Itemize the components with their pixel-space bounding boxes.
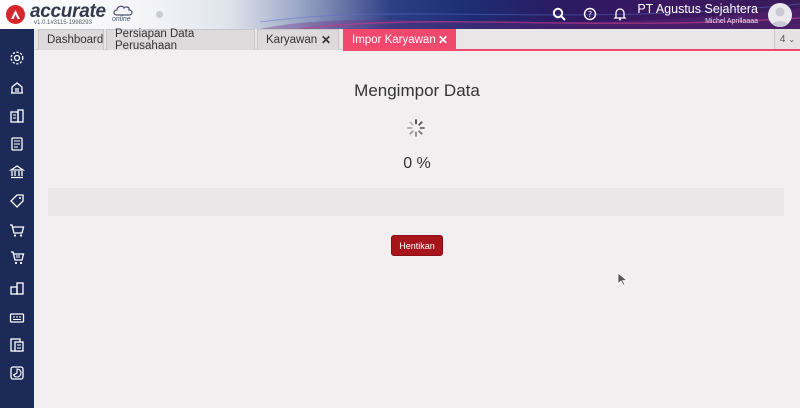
tab-label: Impor Karyawan (352, 34, 436, 46)
close-icon[interactable]: ✕ (321, 33, 331, 47)
loading-spinner-icon (407, 119, 425, 137)
help-icon[interactable]: ? (582, 6, 598, 22)
brand-suffix: online (112, 16, 131, 23)
sales-cart-icon[interactable] (8, 249, 26, 267)
tab-label: Dashboard (47, 34, 104, 46)
notification-bell-icon[interactable] (612, 6, 628, 22)
tab-overflow-dropdown[interactable]: 4 ⌄ (774, 29, 800, 50)
import-panel: Mengimpor Data 0 % Hentikan (34, 51, 800, 408)
settings-icon[interactable] (8, 49, 26, 67)
cloud-icon (113, 5, 133, 16)
building-icon[interactable] (8, 107, 26, 125)
tab-label: Karyawan (266, 34, 318, 46)
bank-icon[interactable] (8, 163, 26, 181)
stop-button[interactable]: Hentikan (391, 235, 443, 256)
company-name: PT Agustus Sejahtera (637, 2, 758, 16)
page-title: Mengimpor Data (354, 81, 480, 100)
company-info[interactable]: PT Agustus Sejahtera Michel Aprillaaaa (637, 2, 758, 26)
tab-karyawan[interactable]: Karyawan ✕ (257, 29, 339, 50)
inventory-icon[interactable] (8, 279, 26, 297)
tab-persiapan-data[interactable]: Persiapan Data Perusahaan (106, 28, 255, 52)
search-icon[interactable] (551, 6, 567, 22)
sidebar (0, 29, 34, 408)
accurate-logo-icon[interactable] (6, 5, 25, 24)
mouse-cursor-icon (617, 272, 629, 286)
company-icon[interactable] (8, 78, 26, 96)
tab-impor-karyawan[interactable]: Impor Karyawan ✕ (343, 29, 456, 50)
close-icon[interactable]: ✕ (438, 33, 448, 47)
tab-dashboard[interactable]: Dashboard (38, 29, 104, 50)
tab-bar: Dashboard Persiapan Data Perusahaan Kary… (34, 28, 800, 52)
factory-icon[interactable] (8, 308, 26, 326)
version-label: v1.0.1#3115-1998293 (34, 20, 92, 26)
user-name: Michel Aprillaaaa (705, 18, 758, 25)
report-icon[interactable] (8, 336, 26, 354)
chart-icon[interactable] (8, 364, 26, 382)
purchase-tag-icon[interactable] (8, 192, 26, 210)
svg-text:?: ? (588, 10, 592, 19)
ledger-icon[interactable] (8, 135, 26, 153)
tab-count: 4 (779, 34, 786, 45)
cart-icon[interactable] (8, 221, 26, 239)
avatar[interactable] (768, 3, 792, 27)
tab-label: Persiapan Data Perusahaan (115, 28, 195, 52)
status-dot (156, 11, 163, 18)
progress-bar (48, 188, 784, 216)
progress-percent: 0 % (403, 155, 431, 172)
chevron-down-icon: ⌄ (788, 35, 796, 44)
top-bar: accurate online v1.0.1#3115-1998293 ? PT… (0, 0, 800, 29)
